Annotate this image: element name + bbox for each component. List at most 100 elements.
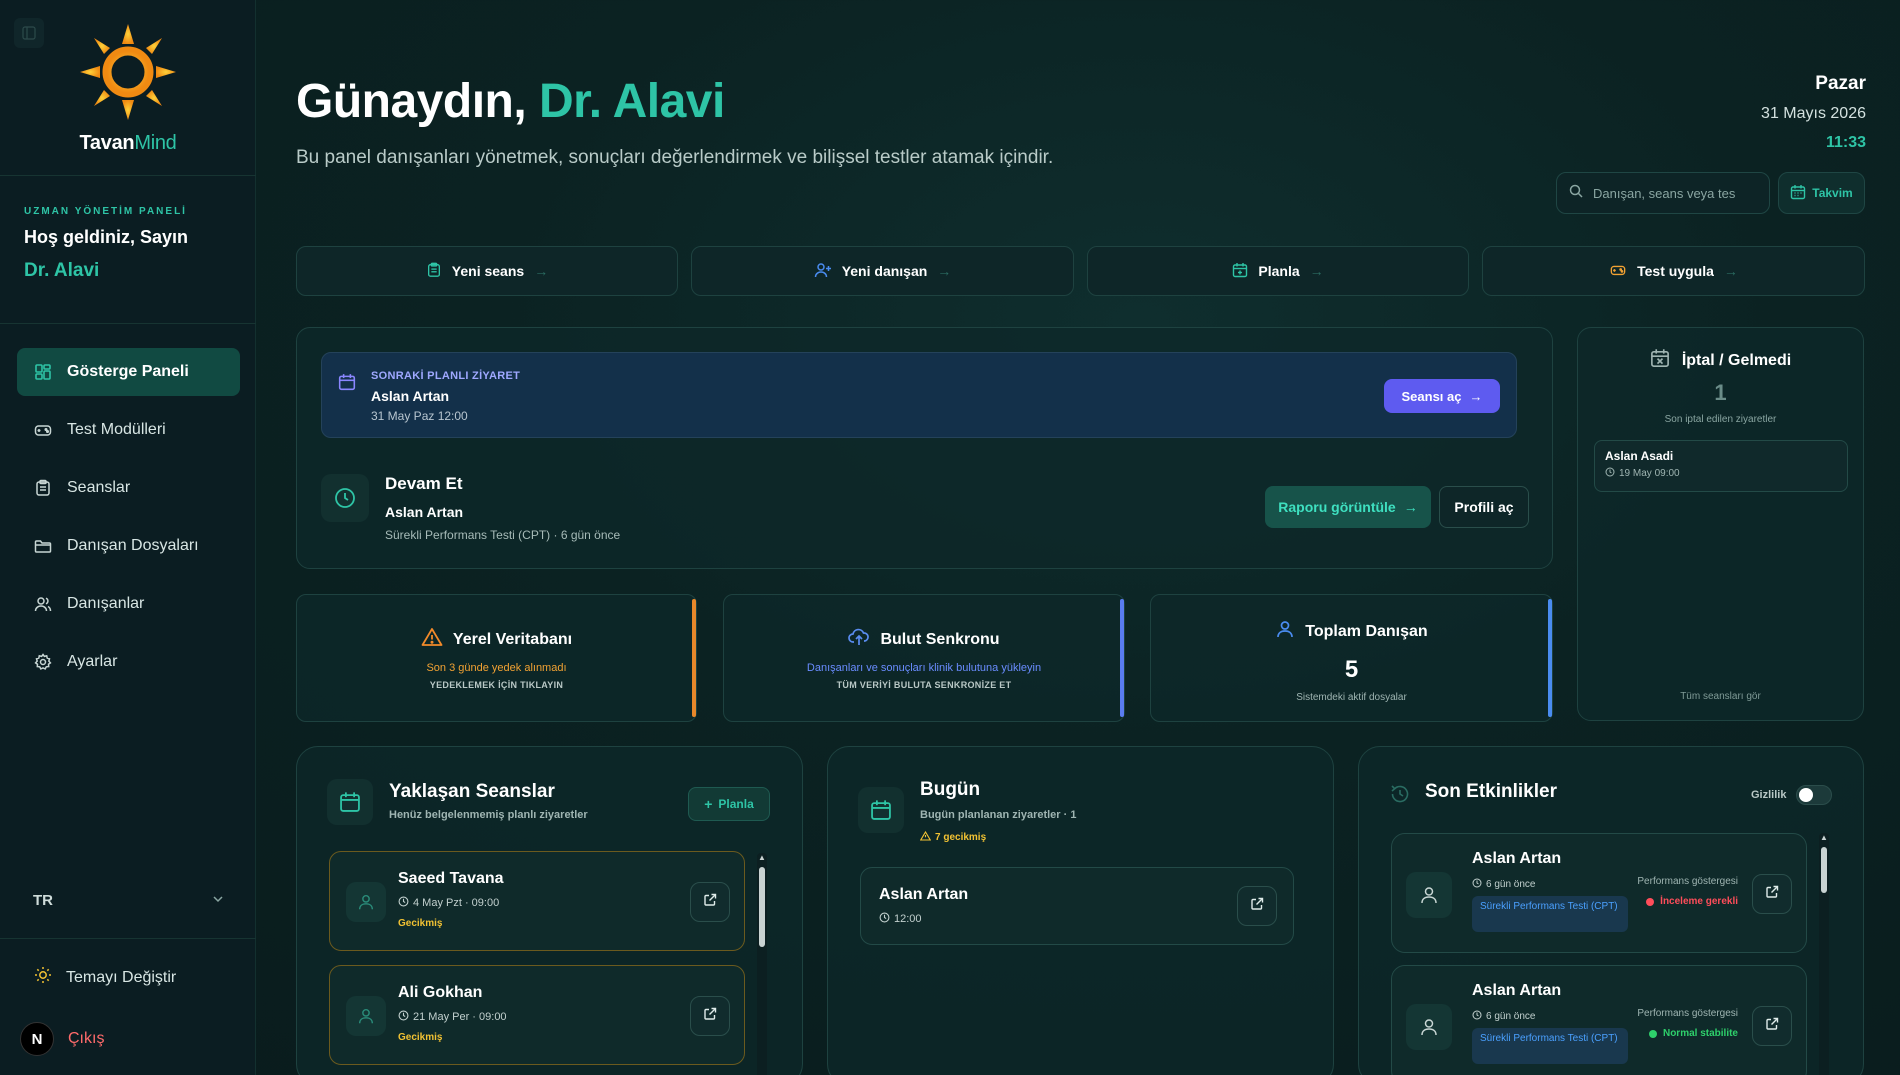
next-visit-banner: SONRAKİ PLANLI ZİYARET Aslan Artan 31 Ma… [321, 352, 1517, 438]
session-item[interactable]: Saeed Tavana 4 May Pzt · 09:00 Gecikmiş [329, 851, 745, 951]
theme-toggle-button[interactable]: Temayı Değiştir [34, 966, 176, 989]
session-client-name: Saeed Tavana [398, 870, 504, 887]
activity-client-name: Aslan Artan [1472, 850, 1562, 867]
clock-icon [1605, 467, 1615, 480]
schedule-button[interactable]: + Planla [688, 787, 770, 821]
external-link-icon [1765, 1017, 1779, 1036]
users-icon [33, 594, 53, 614]
toggle-switch[interactable] [1796, 785, 1833, 805]
calendar-plus-icon [1232, 262, 1248, 281]
local-db-title: Yerel Veritabanı [297, 627, 696, 652]
external-link-icon [703, 893, 717, 912]
activity-time: 6 gün önce [1472, 1010, 1536, 1023]
apply-test-button[interactable]: Test uygula → [1482, 246, 1865, 296]
status-dot [1646, 897, 1655, 906]
logout-button[interactable]: N Çıkış [20, 1022, 104, 1056]
performance-label: Performans göstergesi [1637, 1008, 1738, 1019]
sidebar-divider [0, 323, 256, 324]
sidebar-item-label: Seanslar [67, 479, 131, 496]
external-link-icon [703, 1007, 717, 1026]
scrollbar-thumb[interactable] [1821, 847, 1827, 893]
open-external-button[interactable] [1752, 874, 1792, 914]
scrollbar-thumb[interactable] [759, 867, 765, 947]
language-value: TR [33, 891, 53, 909]
status-dot [1648, 1029, 1657, 1038]
arrow-right-icon: → [534, 263, 549, 279]
cancelled-visit-date: 19 May 09:00 [1605, 467, 1837, 480]
today-visit-item[interactable]: Aslan Artan 12:00 [860, 867, 1294, 945]
local-db-status: Son 3 günde yedek alınmadı [426, 662, 567, 674]
privacy-toggle[interactable]: Gizlilik [1751, 785, 1833, 805]
clock-icon [398, 1010, 409, 1024]
today-client-name: Aslan Artan [879, 886, 969, 903]
upcoming-sessions-card: Yaklaşan Seanslar Henüz belgelenmemiş pl… [296, 746, 803, 1075]
sidebar-item-test-modules[interactable]: Test Modülleri [17, 406, 240, 454]
arrow-right-icon: → [1723, 263, 1738, 279]
sidebar-item-settings[interactable]: Ayarlar [17, 638, 240, 686]
cancellations-count: 1 [1714, 380, 1727, 405]
arrow-right-icon: → [1309, 263, 1324, 279]
open-session-button[interactable]: Seansı aç → [1384, 379, 1500, 413]
sidebar-item-client-files[interactable]: Danışan Dosyaları [17, 522, 240, 570]
user-icon [1275, 619, 1295, 644]
session-date: 21 May Per · 09:00 [398, 1010, 507, 1024]
user-icon [346, 996, 386, 1036]
overview-panel: SONRAKİ PLANLI ZİYARET Aslan Artan 31 Ma… [296, 327, 1553, 569]
sidebar-item-dashboard[interactable]: Gösterge Paneli [17, 348, 240, 396]
new-session-button[interactable]: Yeni seans → [296, 246, 678, 296]
today-card: Bugün Bugün planlanan ziyaretler · 1 7 g… [827, 746, 1334, 1075]
activity-item[interactable]: Aslan Artan 6 gün önce Sürekli Performan… [1391, 965, 1807, 1075]
sidebar-toggle-icon[interactable] [14, 18, 44, 48]
next-visit-kicker: SONRAKİ PLANLI ZİYARET [371, 370, 521, 382]
open-profile-button[interactable]: Profili aç [1439, 486, 1529, 528]
cloud-sync-card[interactable]: Bulut Senkronu Danışanları ve sonuçları … [723, 594, 1125, 722]
page-subtitle: Bu panel danışanları yönetmek, sonuçları… [296, 147, 1054, 168]
plus-icon: + [704, 796, 713, 812]
scroll-up-icon: ▲ [758, 853, 766, 862]
user-icon [1406, 872, 1452, 918]
all-sessions-link[interactable]: Tüm seansları gör [1578, 691, 1863, 702]
sidebar-item-clients[interactable]: Danışanlar [17, 580, 240, 628]
session-item[interactable]: Ali Gokhan 21 May Per · 09:00 Gecikmiş [329, 965, 745, 1065]
new-client-button[interactable]: Yeni danışan → [691, 246, 1074, 296]
dashboard-icon [33, 362, 53, 382]
view-report-button[interactable]: Raporu görüntüle → [1265, 486, 1431, 528]
schedule-button[interactable]: Planla → [1087, 246, 1469, 296]
date-display: Pazar 31 Mayıs 2026 11:33 [1761, 73, 1866, 152]
activity-item[interactable]: Aslan Artan 6 gün önce Sürekli Performan… [1391, 833, 1807, 953]
open-external-button[interactable] [690, 996, 730, 1036]
scrollbar[interactable]: ▲ [1819, 833, 1829, 1075]
sidebar-nav: Gösterge Paneli Test Modülleri Seanslar … [17, 348, 240, 696]
sidebar-item-sessions[interactable]: Seanslar [17, 464, 240, 512]
cancelled-visit-item[interactable]: Aslan Asadi 19 May 09:00 [1594, 440, 1848, 492]
session-date: 4 May Pzt · 09:00 [398, 896, 499, 910]
performance-label: Performans göstergesi [1637, 876, 1738, 887]
cancelled-client-name: Aslan Asadi [1605, 449, 1674, 463]
open-external-button[interactable] [1752, 1006, 1792, 1046]
brand-name: TavanMind [79, 132, 177, 154]
time-label: 11:33 [1825, 134, 1866, 151]
cloud-sync-title: Bulut Senkronu [724, 627, 1124, 652]
calendar-label: Takvim [1812, 186, 1853, 200]
open-external-button[interactable] [690, 882, 730, 922]
scrollbar[interactable]: ▲ [757, 853, 767, 1075]
gamepad-icon [33, 420, 53, 440]
session-status: Gecikmiş [398, 918, 443, 929]
folder-icon [33, 536, 53, 556]
calendar-icon [858, 787, 904, 833]
user-icon [1406, 1004, 1452, 1050]
recent-activities-card: Son Etkinlikler Gizlilik Aslan Artan 6 g… [1358, 746, 1864, 1075]
performance-status: İnceleme gerekli [1628, 896, 1738, 907]
external-link-icon [1250, 897, 1264, 916]
upcoming-subtitle: Henüz belgelenmemiş planlı ziyaretler [389, 809, 588, 821]
total-clients-value: 5 [1344, 656, 1359, 683]
activities-title: Son Etkinlikler [1425, 781, 1557, 802]
calendar-button[interactable]: Takvim [1778, 172, 1865, 214]
local-database-card[interactable]: Yerel Veritabanı Son 3 günde yedek alınm… [296, 594, 697, 722]
open-external-button[interactable] [1237, 886, 1277, 926]
today-subtitle: Bugün planlanan ziyaretler · 1 [920, 809, 1077, 821]
search-input[interactable] [1593, 185, 1753, 201]
logout-label: Çıkış [68, 1030, 105, 1047]
sun-icon [34, 966, 52, 989]
language-select[interactable]: TR [17, 880, 240, 920]
